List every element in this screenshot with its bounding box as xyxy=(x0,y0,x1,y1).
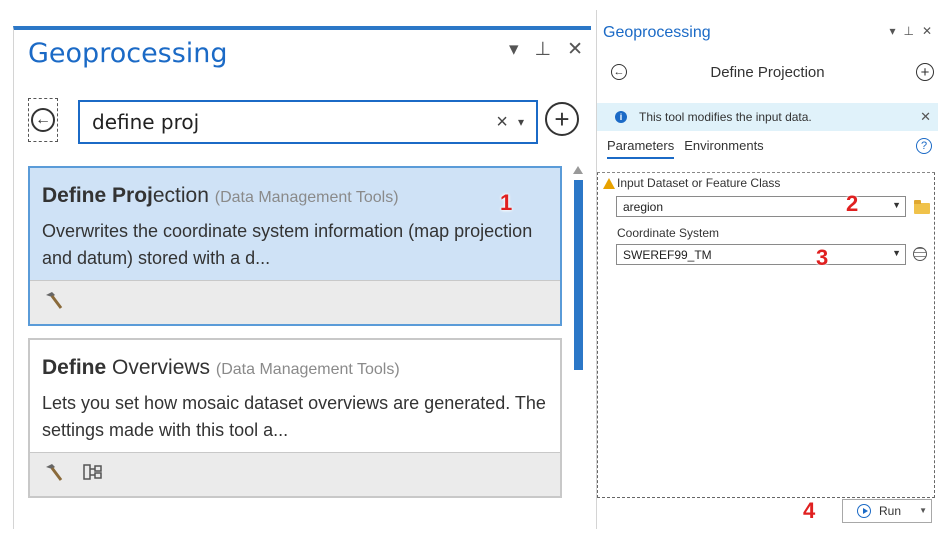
result-description: Overwrites the coordinate system informa… xyxy=(42,221,533,268)
left-window-controls: ▾ ⊥ ✕ xyxy=(509,38,583,61)
result-footer xyxy=(30,280,560,324)
annotation-number-3: 3 xyxy=(816,245,829,270)
result-body: Define Overviews (Data Management Tools)… xyxy=(30,340,560,452)
result-category: (Data Management Tools) xyxy=(215,361,400,378)
clear-search-icon[interactable]: × xyxy=(486,111,518,134)
result-title-rest: ection xyxy=(152,184,209,207)
options-dropdown-icon[interactable]: ▾ xyxy=(889,24,895,38)
add-tool-button[interactable]: + xyxy=(545,102,579,136)
tool-title: Define Projection xyxy=(710,64,825,81)
warning-icon xyxy=(603,178,615,189)
run-dropdown-icon[interactable]: ▼ xyxy=(919,506,927,515)
back-arrow-icon: ← xyxy=(31,108,55,132)
globe-icon[interactable] xyxy=(913,247,927,261)
run-button[interactable]: Run ▼ xyxy=(842,499,932,523)
hammer-icon xyxy=(42,289,64,317)
close-icon[interactable]: ✕ xyxy=(922,24,932,38)
options-dropdown-icon[interactable]: ▾ xyxy=(509,38,519,61)
run-label: Run xyxy=(879,504,902,518)
tool-search-box[interactable]: × ▾ xyxy=(78,100,538,144)
info-banner: i This tool modifies the input data. ✕ xyxy=(597,103,938,131)
result-title-rest: Overviews xyxy=(106,356,211,379)
search-results-list: Define Projection (Data Management Tools… xyxy=(28,166,562,510)
result-title: Define Overviews (Data Management Tools) xyxy=(42,354,548,384)
info-message: This tool modifies the input data. xyxy=(639,110,812,124)
pin-icon[interactable]: ⊥ xyxy=(535,38,552,61)
scroll-thumb[interactable] xyxy=(573,180,583,370)
left-pane-title: Geoprocessing xyxy=(28,38,228,69)
result-define-overviews[interactable]: Define Overviews (Data Management Tools)… xyxy=(28,338,562,498)
tab-environments[interactable]: Environments xyxy=(684,138,763,159)
chevron-down-icon[interactable]: ▼ xyxy=(892,248,901,258)
close-icon[interactable]: ✕ xyxy=(567,38,583,61)
parameters-panel: Input Dataset or Feature Class aregion ▼… xyxy=(597,172,935,498)
input-dataset-value: aregion xyxy=(623,199,664,214)
add-icon[interactable]: + xyxy=(916,63,934,81)
close-info-icon[interactable]: ✕ xyxy=(920,109,931,125)
input-dataset-label: Input Dataset or Feature Class xyxy=(617,176,781,190)
chevron-down-icon[interactable]: ▼ xyxy=(892,200,901,210)
result-category: (Data Management Tools) xyxy=(214,189,399,206)
result-define-projection[interactable]: Define Projection (Data Management Tools… xyxy=(28,166,562,326)
folder-browse-icon[interactable] xyxy=(914,200,930,214)
results-scrollbar[interactable] xyxy=(572,166,584,533)
result-description: Lets you set how mosaic dataset overview… xyxy=(42,393,546,440)
back-button[interactable]: ← xyxy=(28,98,58,142)
right-pane-title: Geoprocessing xyxy=(603,24,711,41)
result-title: Define Projection (Data Management Tools… xyxy=(42,182,548,212)
input-dataset-combo[interactable]: aregion ▼ xyxy=(616,196,906,217)
result-body: Define Projection (Data Management Tools… xyxy=(30,168,560,280)
result-title-match: Define xyxy=(42,356,107,379)
right-geoprocessing-pane: Geoprocessing ▾ ⊥ ✕ ← Define Projection … xyxy=(596,10,938,529)
pin-icon[interactable]: ⊥ xyxy=(903,24,913,38)
hammer-icon xyxy=(42,461,64,489)
model-builder-icon xyxy=(82,461,104,489)
right-window-controls: ▾ ⊥ ✕ xyxy=(889,24,932,38)
search-dropdown-icon[interactable]: ▾ xyxy=(518,115,536,129)
help-icon[interactable]: ? xyxy=(916,138,932,154)
back-arrow-icon[interactable]: ← xyxy=(611,64,627,80)
tab-parameters[interactable]: Parameters xyxy=(607,138,675,159)
info-icon: i xyxy=(615,111,627,123)
search-input[interactable] xyxy=(80,109,487,135)
annotation-number-2: 2 xyxy=(846,191,859,216)
coordinate-system-value: SWEREF99_TM xyxy=(623,247,712,262)
result-footer xyxy=(30,452,560,496)
left-geoprocessing-pane: Geoprocessing ▾ ⊥ ✕ ← × ▾ + Define Proje… xyxy=(13,26,591,529)
annotation-number-1: 1 xyxy=(500,190,513,215)
tool-tabs: Parameters Environments xyxy=(607,138,764,159)
annotation-number-4: 4 xyxy=(803,498,816,523)
coordinate-system-combo[interactable]: SWEREF99_TM ▼ xyxy=(616,244,906,265)
run-play-icon xyxy=(857,504,871,518)
coordinate-system-label: Coordinate System xyxy=(617,226,720,240)
result-title-match: Define Proj xyxy=(42,184,153,207)
scroll-up-arrow-icon[interactable] xyxy=(573,166,583,174)
